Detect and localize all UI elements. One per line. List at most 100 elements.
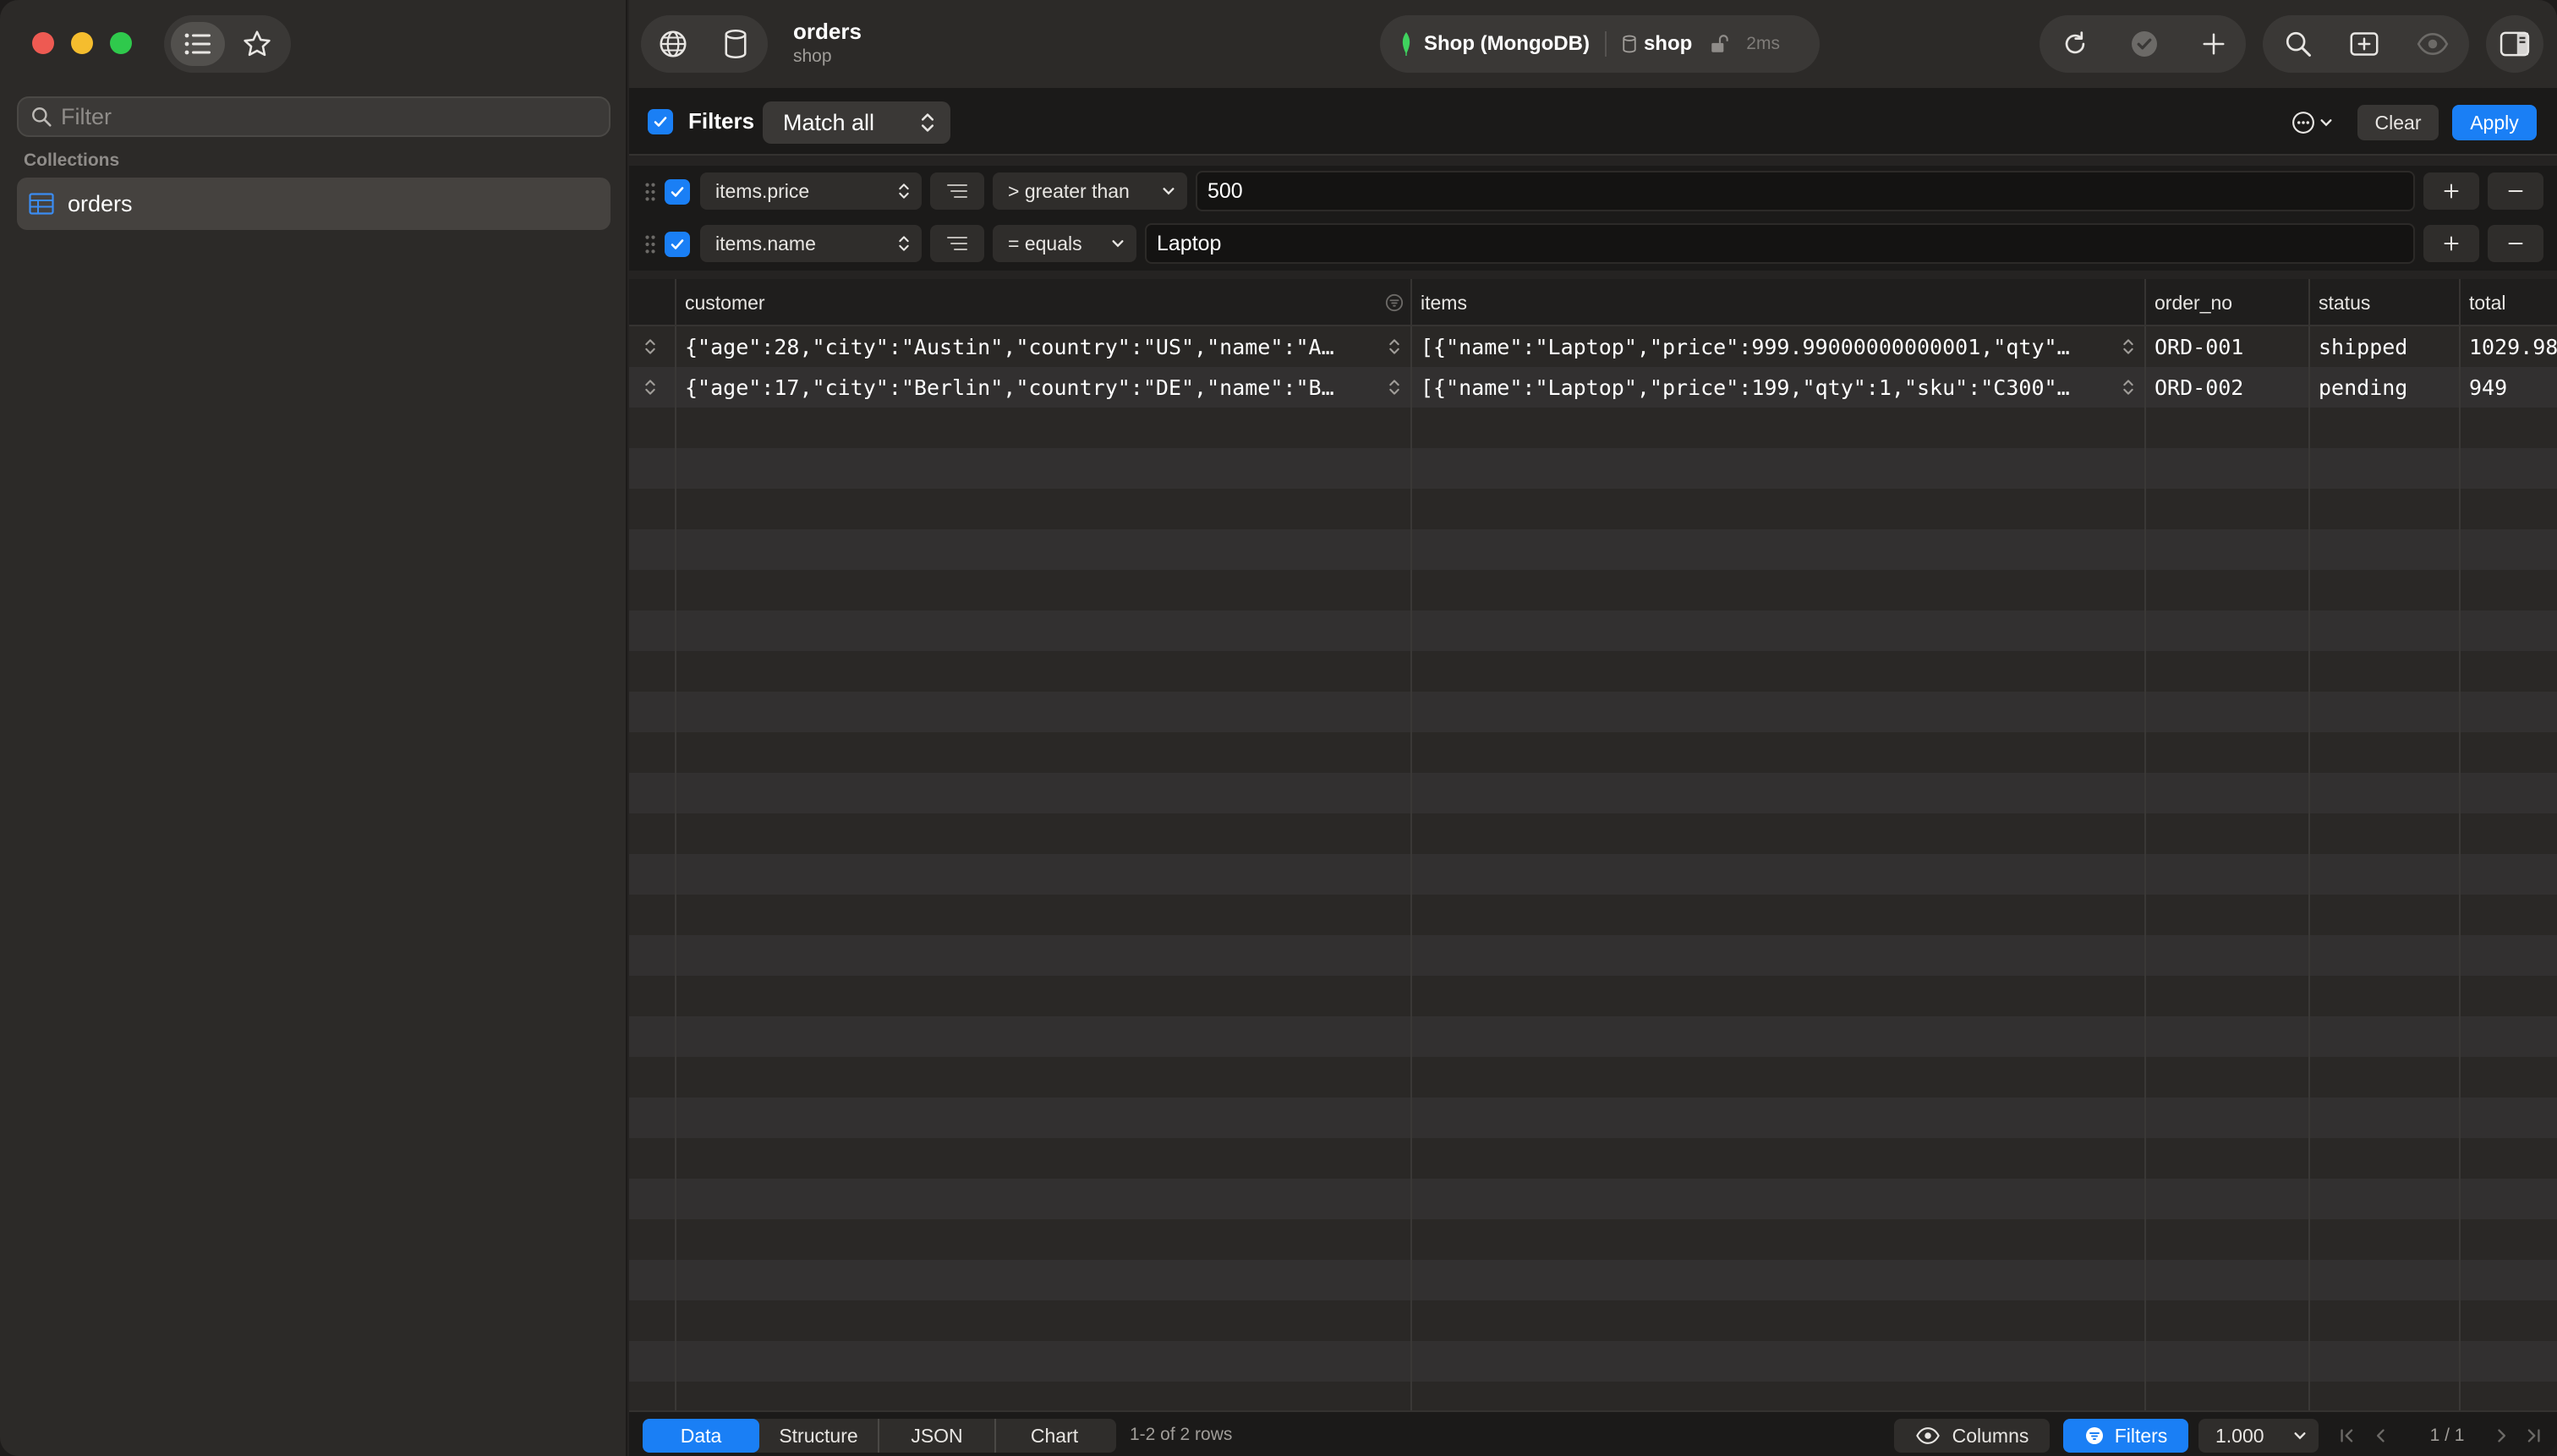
chevron-up-down-icon[interactable] — [644, 337, 656, 356]
cell-expand-toggle[interactable] — [1388, 337, 1400, 360]
chevron-up-down-icon[interactable] — [1388, 378, 1400, 397]
sidebar-filter-input[interactable] — [61, 103, 585, 130]
remove-filter-button[interactable] — [2488, 225, 2543, 262]
sidebar-item-orders[interactable]: orders — [17, 178, 611, 230]
filter-value-field[interactable] — [1196, 171, 2415, 211]
favorites-button[interactable] — [230, 22, 284, 66]
database-button[interactable] — [719, 27, 753, 61]
cell-expand-toggle[interactable] — [1388, 378, 1400, 401]
cell-items[interactable]: [{"name":"Laptop","price":999.9900000000… — [1412, 326, 2117, 367]
eye-icon — [2417, 32, 2449, 56]
clear-filters-button[interactable]: Clear — [2357, 105, 2439, 140]
data-grid: customer items order_no status total {"a… — [629, 279, 2557, 1410]
filter-circle-icon[interactable] — [1385, 293, 1404, 312]
cell-expand-toggle[interactable] — [2122, 378, 2134, 401]
next-page-button[interactable] — [2489, 1419, 2513, 1453]
preview-button[interactable] — [2415, 27, 2450, 61]
page-indicator: 1 / 1 — [2429, 1426, 2465, 1445]
tab-structure[interactable]: Structure — [759, 1419, 878, 1453]
filter-field-select[interactable]: items.price — [700, 172, 922, 210]
cell-total[interactable]: 1029.98 — [2461, 326, 2557, 367]
row-expand-toggle[interactable] — [644, 378, 656, 401]
columns-button[interactable]: Columns — [1894, 1419, 2050, 1453]
cell-status[interactable]: shipped — [2310, 326, 2461, 367]
filter-operator-select[interactable]: > greater than — [993, 172, 1187, 210]
add-document-button[interactable] — [2197, 27, 2231, 61]
page-size-select[interactable]: 1.000 — [2198, 1419, 2319, 1453]
table-row[interactable]: {"age":17,"city":"Berlin","country":"DE"… — [629, 367, 2557, 408]
row-count: 1-2 of 2 rows — [1130, 1425, 1233, 1444]
cell-expand-toggle[interactable] — [2122, 337, 2134, 360]
minimize-window-button[interactable] — [71, 32, 93, 54]
table-row — [629, 895, 2557, 935]
cell-customer[interactable]: {"age":17,"city":"Berlin","country":"DE"… — [676, 367, 1383, 408]
filters-toggle-button[interactable]: Filters — [2063, 1419, 2188, 1453]
filters-label: Filters — [688, 108, 755, 134]
ellipsis-circle-icon — [2292, 112, 2314, 134]
filter-options-button[interactable] — [2286, 105, 2337, 140]
cell-total[interactable]: 949 — [2461, 367, 2557, 408]
commit-button[interactable] — [2127, 27, 2161, 61]
filters-enabled-checkbox[interactable] — [648, 109, 673, 134]
filter-row-checkbox[interactable] — [665, 179, 690, 205]
filter-value-input[interactable] — [1207, 178, 2413, 204]
search-button[interactable] — [2281, 27, 2315, 61]
cell-items[interactable]: [{"name":"Laptop","price":199,"qty":1,"s… — [1412, 367, 2117, 408]
table-row — [629, 1016, 2557, 1057]
list-view-button[interactable] — [171, 22, 225, 66]
filter-mode-button[interactable] — [930, 172, 984, 210]
add-square-icon — [2350, 32, 2379, 56]
filter-row-checkbox[interactable] — [665, 232, 690, 257]
checkmark-circle-icon — [2132, 31, 2157, 57]
checkmark-icon — [671, 187, 684, 197]
drag-handle-icon[interactable] — [644, 181, 656, 203]
cell-customer[interactable]: {"age":28,"city":"Austin","country":"US"… — [676, 326, 1383, 367]
toggle-inspector-button[interactable] — [2498, 27, 2532, 61]
cell-order-no[interactable]: ORD-002 — [2146, 367, 2310, 408]
tab-data[interactable]: Data — [643, 1419, 759, 1453]
chevron-up-down-icon[interactable] — [2122, 378, 2134, 397]
column-header-items[interactable]: items — [1412, 279, 2146, 326]
zoom-window-button[interactable] — [110, 32, 132, 54]
refresh-button[interactable] — [2058, 27, 2092, 61]
close-window-button[interactable] — [32, 32, 54, 54]
remove-filter-button[interactable] — [2488, 172, 2543, 210]
column-divider — [675, 326, 676, 1410]
add-filter-button[interactable] — [2423, 225, 2479, 262]
filter-field-select[interactable]: items.name — [700, 225, 922, 262]
chevron-up-down-icon[interactable] — [644, 378, 656, 397]
table-row — [629, 1219, 2557, 1260]
connection-status[interactable]: Shop (MongoDB) shop 2ms — [1380, 15, 1820, 73]
chevron-up-down-icon[interactable] — [2122, 337, 2134, 356]
cell-status[interactable]: pending — [2310, 367, 2461, 408]
apply-filters-button[interactable]: Apply — [2452, 105, 2537, 140]
connections-button[interactable] — [656, 27, 690, 61]
column-header-status[interactable]: status — [2310, 279, 2461, 326]
tab-json[interactable]: JSON — [878, 1419, 994, 1453]
table-row[interactable]: {"age":28,"city":"Austin","country":"US"… — [629, 326, 2557, 367]
last-page-button[interactable] — [2521, 1419, 2545, 1453]
filter-field-value: items.name — [715, 232, 816, 255]
match-mode-value: Match all — [783, 109, 875, 135]
add-filter-button[interactable] — [2423, 172, 2479, 210]
chevron-up-down-icon[interactable] — [1388, 337, 1400, 356]
column-header-customer[interactable]: customer — [676, 279, 1412, 326]
row-expand-toggle[interactable] — [644, 337, 656, 360]
column-header-total[interactable]: total — [2461, 279, 2557, 326]
new-tab-button[interactable] — [2347, 27, 2381, 61]
filter-value-input[interactable] — [1157, 231, 2413, 256]
table-row — [629, 529, 2557, 570]
previous-page-button[interactable] — [2369, 1419, 2393, 1453]
drag-handle-icon[interactable] — [644, 233, 656, 255]
filter-operator-value: > greater than — [1008, 179, 1130, 202]
column-header-order-no[interactable]: order_no — [2146, 279, 2310, 326]
filter-value-field[interactable] — [1145, 223, 2415, 264]
match-mode-select[interactable]: Match all — [763, 101, 950, 144]
sidebar-filter[interactable] — [17, 96, 611, 137]
filter-operator-select[interactable]: = equals — [993, 225, 1136, 262]
cell-order-no[interactable]: ORD-001 — [2146, 326, 2310, 367]
search-icon — [32, 107, 52, 127]
tab-chart[interactable]: Chart — [994, 1419, 1113, 1453]
first-page-button[interactable] — [2335, 1419, 2359, 1453]
filter-mode-button[interactable] — [930, 225, 984, 262]
